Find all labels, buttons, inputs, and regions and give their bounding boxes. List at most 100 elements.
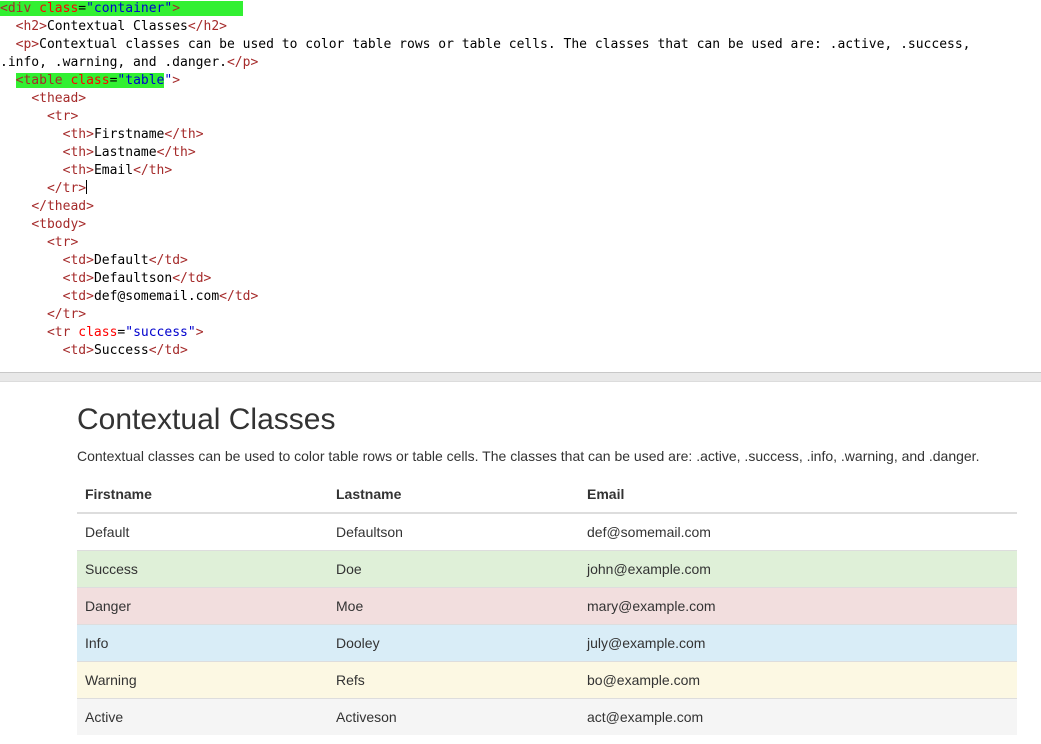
code-line[interactable]: <table class="table">: [0, 72, 1041, 90]
code-token: </h2>: [187, 19, 227, 34]
code-line[interactable]: <tbody>: [0, 216, 1041, 234]
code-token: Defaultson: [93, 271, 173, 286]
code-line[interactable]: <tr>: [0, 108, 1041, 126]
cell-lastname: Dooley: [328, 624, 579, 662]
table-head: Firstname Lastname Email: [77, 476, 1017, 514]
code-token: </td>: [172, 271, 212, 286]
code-token: class: [78, 325, 118, 340]
code-token: <thead>: [31, 91, 87, 106]
code-token: <p>: [15, 37, 40, 52]
code-token: </tr>: [46, 181, 87, 196]
column-header-lastname: Lastname: [328, 476, 579, 514]
cell-email: july@example.com: [579, 624, 1017, 662]
code-line[interactable]: <tr class="success">: [0, 324, 1041, 342]
cell-email: bo@example.com: [579, 661, 1017, 699]
code-token: </td>: [219, 289, 259, 304]
code-token: <td>: [62, 271, 94, 286]
code-line[interactable]: <td>Defaultson</td>: [0, 270, 1041, 288]
code-line[interactable]: <tr>: [0, 234, 1041, 252]
code-line[interactable]: <th>Lastname</th>: [0, 144, 1041, 162]
code-line[interactable]: <td>def@somemail.com</td>: [0, 288, 1041, 306]
code-token: Firstname: [93, 127, 165, 142]
code-line[interactable]: <th>Email</th>: [0, 162, 1041, 180]
cell-lastname: Defaultson: [328, 512, 579, 551]
cell-firstname: Active: [77, 698, 328, 735]
code-line[interactable]: <td>Success</td>: [0, 342, 1041, 360]
code-token: </td>: [148, 253, 188, 268]
code-token: [31, 1, 40, 16]
code-line[interactable]: </thead>: [0, 198, 1041, 216]
result-preview: Contextual Classes Contextual classes ca…: [0, 382, 1041, 744]
code-line[interactable]: <div class="container">: [0, 0, 1041, 18]
table-row-default: Default Defaultson def@somemail.com: [77, 512, 1017, 551]
code-token: <td>: [62, 289, 94, 304]
table-row-warning: Warning Refs bo@example.com: [77, 661, 1017, 699]
code-token: Contextual Classes: [46, 19, 188, 34]
code-token: <td>: [62, 253, 94, 268]
page-description: Contextual classes can be used to color …: [77, 448, 980, 464]
cell-firstname: Warning: [77, 661, 328, 699]
code-token: <tr>: [46, 235, 79, 250]
code-token: "success": [125, 325, 196, 340]
code-token: </th>: [164, 127, 204, 142]
code-token: <tbody>: [31, 217, 87, 232]
code-line[interactable]: <th>Firstname</th>: [0, 126, 1041, 144]
code-editor[interactable]: <div class="container"> <h2>Contextual C…: [0, 0, 1041, 372]
code-line[interactable]: .info, .warning, and .danger.</p>: [0, 54, 1041, 72]
cell-firstname: Success: [77, 550, 328, 588]
code-token: Lastname: [93, 145, 157, 160]
code-line[interactable]: <td>Default</td>: [0, 252, 1041, 270]
code-token: div: [7, 1, 32, 16]
code-token: .info, .warning, and .danger.: [0, 55, 227, 70]
code-token: Email: [93, 163, 134, 178]
code-token: "container": [86, 1, 173, 16]
cell-lastname: Refs: [328, 661, 579, 699]
code-token: <th>: [62, 163, 94, 178]
cell-lastname: Doe: [328, 550, 579, 588]
code-token: </p>: [226, 55, 259, 70]
code-token: <tr: [46, 325, 71, 340]
code-token: class: [70, 73, 110, 88]
code-token: <td>: [62, 343, 94, 358]
code-token: class: [39, 1, 79, 16]
table-row-danger: Danger Moe mary@example.com: [77, 587, 1017, 625]
code-token: <: [0, 1, 8, 16]
pane-divider[interactable]: [0, 372, 1041, 382]
code-token: <th>: [62, 145, 94, 160]
code-token: def@somemail.com: [93, 289, 220, 304]
code-token: "table: [117, 73, 165, 88]
table-row-active: Active Activeson act@example.com: [77, 698, 1017, 735]
code-token: </tr>: [46, 307, 87, 322]
code-line[interactable]: </tr>: [0, 180, 1041, 198]
cell-firstname: Default: [77, 512, 328, 551]
cell-email: def@somemail.com: [579, 512, 1017, 551]
page-title: Contextual Classes: [77, 403, 336, 436]
code-line[interactable]: <p>Contextual classes can be used to col…: [0, 36, 1041, 54]
column-header-email: Email: [579, 476, 1017, 514]
code-token: Success: [93, 343, 149, 358]
code-line[interactable]: </tr>: [0, 306, 1041, 324]
code-token: </th>: [133, 163, 173, 178]
table-body: Default Defaultson def@somemail.com Success…: [77, 512, 1017, 735]
cell-email: act@example.com: [579, 698, 1017, 735]
code-line[interactable]: <thead>: [0, 90, 1041, 108]
cell-firstname: Info: [77, 624, 328, 662]
code-line[interactable]: <h2>Contextual Classes</h2>: [0, 18, 1041, 36]
cell-lastname: Activeson: [328, 698, 579, 735]
contextual-table: Firstname Lastname Email Default Defaults…: [77, 476, 1017, 735]
code-token: <h2>: [15, 19, 47, 34]
